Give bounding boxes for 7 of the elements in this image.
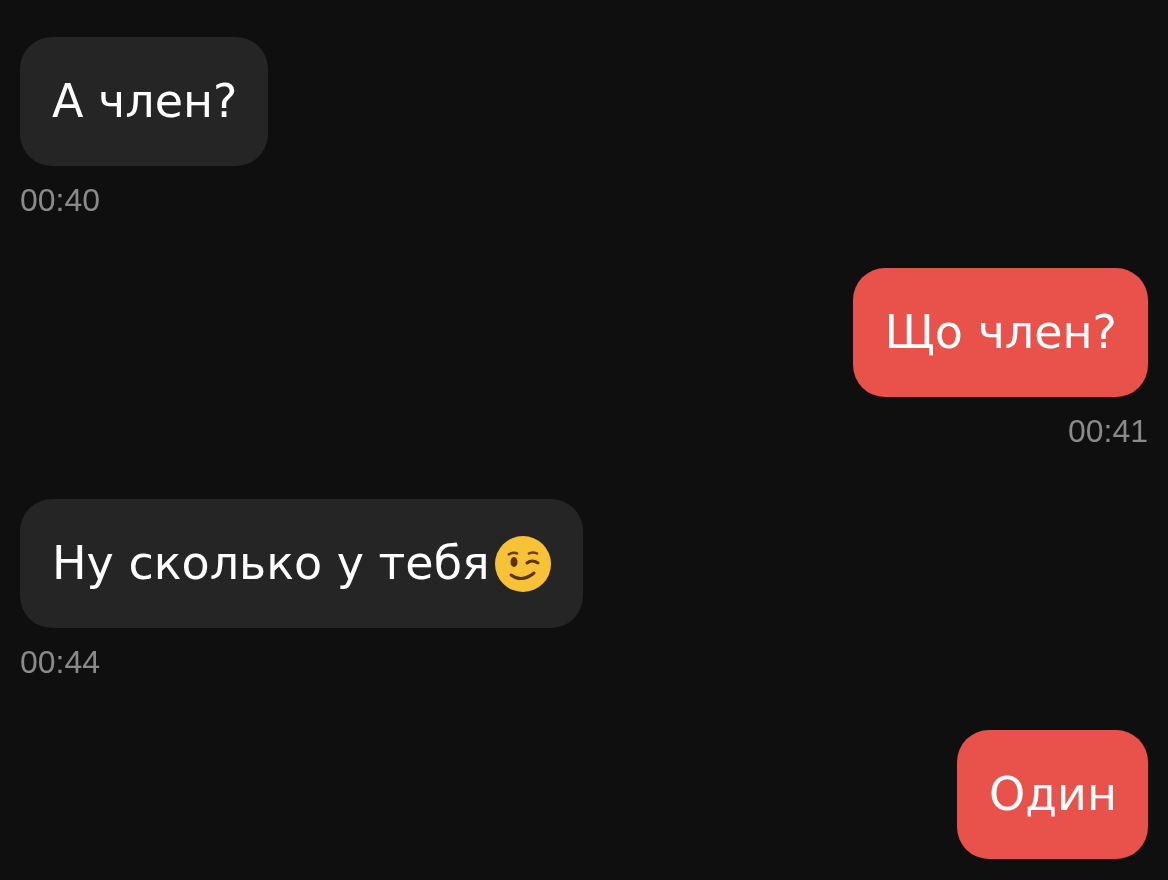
message-text: Один: [989, 766, 1117, 823]
message-time: 00:41: [1067, 412, 1148, 451]
message-text: А член?: [52, 73, 238, 130]
message-text: Що член?: [884, 304, 1117, 361]
message-time: 00:40: [20, 181, 101, 220]
message-text: Ну сколько у тебя: [52, 535, 490, 592]
message-time: 00:44: [20, 643, 101, 682]
